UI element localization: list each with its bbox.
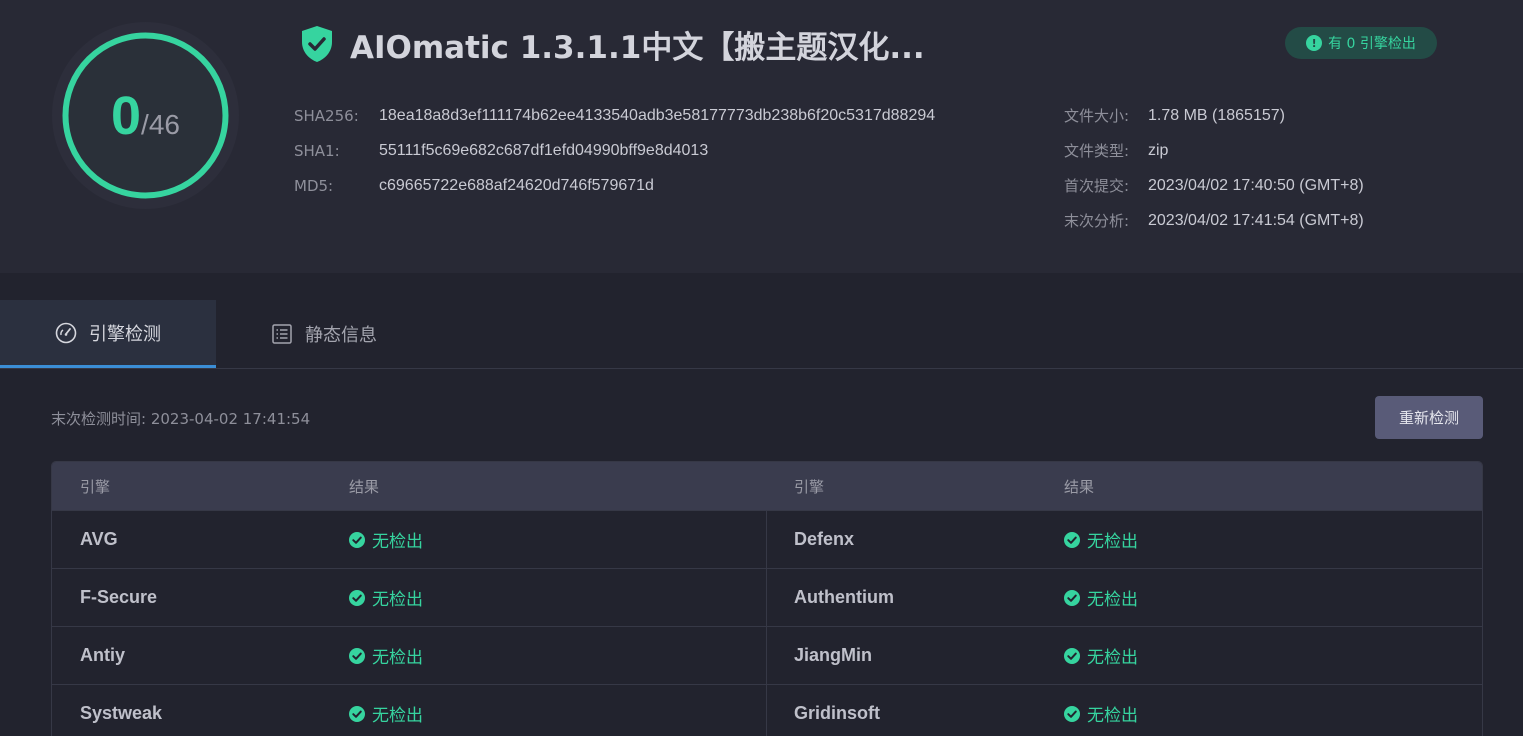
table-row: F-Secure 无检出 Authentium 无检出 <box>52 568 1482 626</box>
column-header-result: 结果 <box>349 477 380 496</box>
file-meta-list: 文件大小: 1.78 MB (1865157) 文件类型: zip 首次提交: … <box>1064 98 1364 238</box>
hash-row-sha256: SHA256: 18ea18a8d3ef111174b62ee4133540ad… <box>294 98 935 133</box>
meta-value: zip <box>1148 141 1169 159</box>
file-title-row: AIOmatic 1.3.1.1中文【搬主题汉化... <box>300 22 925 66</box>
hash-value[interactable]: 18ea18a8d3ef111174b62ee4133540adb3e58177… <box>379 107 935 125</box>
meta-value: 2023/04/02 17:40:50 (GMT+8) <box>1148 176 1364 194</box>
hash-value[interactable]: c69665722e688af24620d746f579671d <box>379 177 654 195</box>
tab-static-info[interactable]: 静态信息 <box>216 300 432 368</box>
result-text: 无检出 <box>372 648 423 668</box>
hash-row-md5: MD5: c69665722e688af24620d746f579671d <box>294 168 935 203</box>
table-row: Antiy 无检出 JiangMin 无检出 <box>52 626 1482 684</box>
result-text: 无检出 <box>372 532 423 552</box>
hash-label: SHA256: <box>294 106 359 125</box>
exclamation-circle-icon: ! <box>1306 35 1323 51</box>
scan-result: 无检出 <box>1064 569 1138 626</box>
scan-result: 无检出 <box>1064 685 1138 736</box>
scan-result: 无检出 <box>349 511 423 568</box>
check-circle-icon <box>1064 589 1080 606</box>
engine-name: Authentium <box>794 587 894 607</box>
engine-name: AVG <box>80 529 118 549</box>
scan-result: 无检出 <box>349 685 423 736</box>
file-title: AIOmatic 1.3.1.1中文【搬主题汉化... <box>350 29 925 66</box>
engine-name: JiangMin <box>794 645 873 665</box>
check-circle-icon <box>349 531 365 548</box>
result-text: 无检出 <box>1087 590 1138 610</box>
detected-count: 0 <box>111 85 142 146</box>
scan-result: 无检出 <box>349 627 423 684</box>
meta-label: 文件大小: <box>1064 107 1130 125</box>
meta-row-type: 文件类型: zip <box>1064 133 1364 168</box>
meta-row-size: 文件大小: 1.78 MB (1865157) <box>1064 98 1364 133</box>
scan-result: 无检出 <box>1064 511 1138 568</box>
column-header-engine: 引擎 <box>794 477 825 496</box>
meta-value: 2023/04/02 17:41:54 (GMT+8) <box>1148 211 1364 229</box>
gauge-icon <box>55 322 77 343</box>
table-row: AVG 无检出 Defenx 无检出 <box>52 510 1482 568</box>
check-circle-icon <box>1064 531 1080 548</box>
engine-total: /46 <box>141 108 180 140</box>
result-text: 无检出 <box>372 590 423 610</box>
hash-list: SHA256: 18ea18a8d3ef111174b62ee4133540ad… <box>294 98 935 203</box>
meta-row-last-analysis: 末次分析: 2023/04/02 17:41:54 (GMT+8) <box>1064 203 1364 238</box>
check-circle-icon <box>349 705 365 722</box>
engine-results-table: 引擎 结果 引擎 结果 AVG 无检出 Defenx 无检出 F-Secure … <box>51 461 1483 736</box>
hash-row-sha1: SHA1: 55111f5c69e682c687df1efd04990bff9e… <box>294 133 935 168</box>
report-tabs: 引擎检测 静态信息 <box>0 300 1523 369</box>
engine-name: Systweak <box>80 703 163 723</box>
badge-text: 有 0 引擎检出 <box>1328 36 1416 52</box>
file-summary-panel: 0 /46 AIOmatic 1.3.1.1中文【搬主题汉化... ! 有 0 … <box>0 0 1523 273</box>
column-header-result: 结果 <box>1064 477 1095 496</box>
document-list-icon <box>272 324 292 344</box>
table-row: Systweak 无检出 Gridinsoft 无检出 <box>52 684 1482 736</box>
hash-label: SHA1: <box>294 141 340 160</box>
meta-row-first-submit: 首次提交: 2023/04/02 17:40:50 (GMT+8) <box>1064 168 1364 203</box>
recheck-button[interactable]: 重新检测 <box>1375 396 1483 439</box>
tab-label: 静态信息 <box>305 325 377 346</box>
result-text: 无检出 <box>372 706 423 726</box>
hash-value[interactable]: 55111f5c69e682c687df1efd04990bff9e8d4013 <box>379 142 708 160</box>
detection-status-badge: ! 有 0 引擎检出 <box>1285 27 1437 59</box>
result-text: 无检出 <box>1087 532 1138 552</box>
table-header: 引擎 结果 引擎 结果 <box>52 462 1482 510</box>
scan-result: 无检出 <box>1064 627 1138 684</box>
check-circle-icon <box>349 589 365 606</box>
shield-check-icon <box>302 26 332 62</box>
column-divider <box>766 510 767 736</box>
scan-result: 无检出 <box>349 569 423 626</box>
check-circle-icon <box>1064 705 1080 722</box>
hash-label: MD5: <box>294 176 334 195</box>
check-circle-icon <box>349 647 365 664</box>
meta-label: 首次提交: <box>1064 177 1130 195</box>
meta-value: 1.78 MB (1865157) <box>1148 106 1285 124</box>
column-header-engine: 引擎 <box>80 477 111 496</box>
engine-name: Antiy <box>80 645 125 665</box>
tab-label: 引擎检测 <box>89 323 161 345</box>
engine-name: Gridinsoft <box>794 703 880 723</box>
meta-label: 末次分析: <box>1064 212 1130 230</box>
check-circle-icon <box>1064 647 1080 664</box>
result-text: 无检出 <box>1087 648 1138 668</box>
engine-name: Defenx <box>794 529 855 549</box>
meta-label: 文件类型: <box>1064 142 1130 160</box>
detection-score-ring: 0 /46 <box>52 22 239 209</box>
result-text: 无检出 <box>1087 706 1138 726</box>
last-check-time: 末次检测时间: 2023-04-02 17:41:54 <box>51 410 311 428</box>
tab-engine-detection[interactable]: 引擎检测 <box>0 300 216 368</box>
engine-name: F-Secure <box>80 587 158 607</box>
